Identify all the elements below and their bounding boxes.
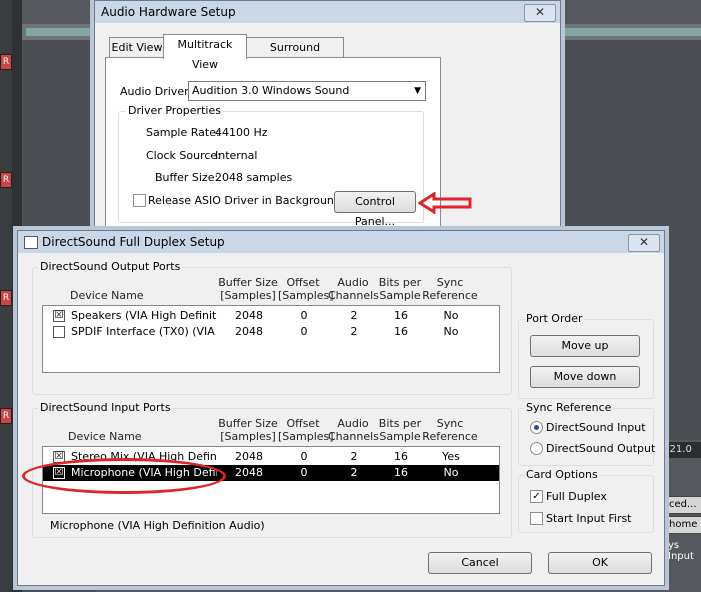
card-options-label: Card Options [524, 468, 600, 481]
buffer-size-value: 2048 samples [215, 171, 293, 184]
column-header-offset: Offset [Samples] [278, 276, 334, 302]
column-header-device: Device Name [68, 430, 142, 443]
column-header-sync: Sync Reference [422, 417, 478, 443]
record-arm-button[interactable]: R [0, 290, 12, 306]
channels: 2 [350, 466, 358, 479]
full-duplex-checkbox[interactable]: ✓ [530, 490, 543, 503]
multitrack-view-panel: Audio Driver: Audition 3.0 Windows Sound… [105, 57, 441, 229]
sync: No [443, 466, 459, 479]
table-row[interactable]: ☒ Speakers (VIA High Definiti... 2048 0 … [43, 308, 499, 324]
chevron-down-icon: ▼ [414, 86, 421, 96]
device-name: Speakers (VIA High Definiti... [71, 309, 217, 322]
port-order-label: Port Order [524, 312, 585, 325]
sample-rate-value: 44100 Hz [215, 126, 268, 139]
record-arm-button[interactable]: R [0, 408, 12, 424]
output-port-checkbox[interactable] [53, 326, 65, 338]
column-header-bits: Bits per Sample [378, 276, 422, 302]
offset: 0 [300, 466, 308, 479]
input-ports-label: DirectSound Input Ports [38, 401, 173, 414]
buffer-size: 2048 [235, 450, 263, 463]
column-header-sync: Sync Reference [422, 276, 478, 302]
table-row[interactable]: SPDIF Interface (TX0) (VIA ... 2048 0 2 … [43, 324, 499, 340]
sample-rate-label: Sample Rate: [146, 126, 220, 139]
channels: 2 [350, 450, 358, 463]
highlight-ellipse [22, 458, 226, 494]
release-asio-label: Release ASIO Driver in Background [148, 194, 341, 207]
output-ports-label: DirectSound Output Ports [38, 260, 183, 273]
directsound-setup-dialog: DirectSound Full Duplex Setup ✕ DirectSo… [17, 230, 665, 586]
bits: 16 [394, 309, 408, 322]
start-input-first-label: Start Input First [546, 512, 632, 525]
column-header-device: Device Name [70, 289, 144, 302]
audio-driver-label: Audio Driver: [120, 85, 193, 98]
tab-surround-encoder[interactable]: Surround Encoder [246, 37, 344, 74]
bits: 16 [394, 325, 408, 338]
buffer-size: 2048 [235, 466, 263, 479]
sync-directsound-output-radio[interactable] [530, 442, 543, 455]
background-home-button[interactable]: home [664, 516, 701, 534]
channels: 2 [350, 325, 358, 338]
buffer-size: 2048 [235, 309, 263, 322]
audio-driver-value: Audition 3.0 Windows Sound [192, 84, 350, 97]
column-header-channels: Audio Channels [328, 417, 379, 443]
sync-reference-label: Sync Reference [524, 401, 614, 414]
sync-option-label: DirectSound Output [546, 442, 656, 455]
column-header-offset: Offset [Samples] [278, 417, 334, 443]
tab-multitrack-view[interactable]: Multitrack View [163, 34, 247, 71]
record-arm-button[interactable]: R [0, 54, 12, 70]
release-asio-checkbox[interactable] [133, 194, 146, 207]
sync: Yes [442, 450, 460, 463]
offset: 0 [300, 309, 308, 322]
sync-option-label: DirectSound Input [546, 421, 646, 434]
buffer-size: 2048 [235, 325, 263, 338]
titlebar: DirectSound Full Duplex Setup ✕ [18, 231, 664, 253]
column-header-channels: Audio Channels [328, 276, 379, 302]
dialog-title: DirectSound Full Duplex Setup [42, 235, 225, 249]
background-ruler: 0 21.0 [660, 442, 701, 458]
sync-directsound-input-radio[interactable] [530, 421, 543, 434]
ok-button[interactable]: OK [548, 552, 652, 574]
device-name: SPDIF Interface (TX0) (VIA ... [71, 325, 217, 338]
background-scroll-bar[interactable] [26, 28, 96, 36]
cancel-button[interactable]: Cancel [428, 552, 532, 574]
background-advanced-button[interactable]: ced... [664, 496, 701, 514]
bits: 16 [394, 450, 408, 463]
move-down-button[interactable]: Move down [530, 366, 640, 388]
dialog-title: Audio Hardware Setup [101, 5, 236, 19]
window-icon [24, 236, 38, 249]
column-header-buffer: Buffer Size [Samples] [218, 276, 278, 302]
buffer-size-label: Buffer Size: [155, 171, 219, 184]
titlebar: Audio Hardware Setup ✕ [95, 1, 560, 23]
sync: No [443, 309, 459, 322]
start-input-first-checkbox[interactable] [530, 512, 543, 525]
column-header-buffer: Buffer Size [Samples] [218, 417, 278, 443]
clock-source-label: Clock Source: [146, 149, 221, 162]
output-ports-list[interactable]: ☒ Speakers (VIA High Definiti... 2048 0 … [42, 305, 500, 373]
clock-source-value: Internal [215, 149, 258, 162]
output-port-checkbox[interactable]: ☒ [53, 310, 65, 322]
tab-edit-view[interactable]: Edit View [109, 37, 165, 58]
driver-properties-label: Driver Properties [126, 104, 223, 117]
offset: 0 [300, 325, 308, 338]
channels: 2 [350, 309, 358, 322]
close-button[interactable]: ✕ [628, 234, 660, 252]
sync: No [443, 325, 459, 338]
background-label: ys Input [668, 540, 694, 562]
audio-hardware-setup-dialog: Audio Hardware Setup ✕ Edit View Multitr… [94, 0, 561, 234]
record-arm-button[interactable]: R [0, 172, 12, 188]
arrow-left-icon [418, 192, 472, 214]
bits: 16 [394, 466, 408, 479]
selected-device-full-name: Microphone (VIA High Definition Audio) [50, 519, 265, 532]
offset: 0 [300, 450, 308, 463]
full-duplex-label: Full Duplex [546, 490, 607, 503]
close-button[interactable]: ✕ [524, 4, 556, 22]
move-up-button[interactable]: Move up [530, 335, 640, 357]
audio-driver-select[interactable]: Audition 3.0 Windows Sound ▼ [188, 81, 426, 101]
sync-reference-group [518, 408, 654, 466]
control-panel-button[interactable]: Control Panel... [334, 191, 416, 228]
column-header-bits: Bits per Sample [378, 417, 422, 443]
background-scroll-bar[interactable] [560, 28, 701, 36]
